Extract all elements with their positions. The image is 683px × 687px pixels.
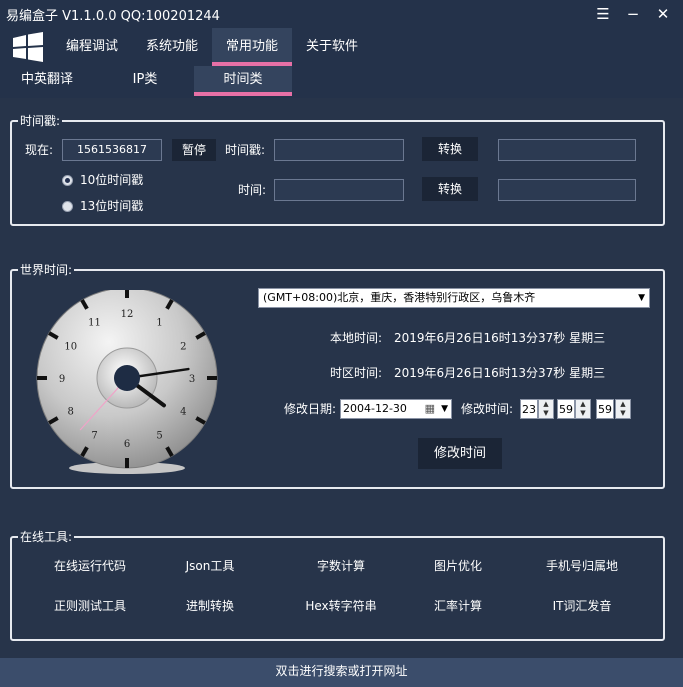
tool-hex-to-string[interactable]: Hex转字符串 — [305, 597, 376, 614]
online-tools-group-title: 在线工具: — [18, 529, 75, 545]
radio-10-digit-label: 10位时间戳 — [80, 173, 144, 187]
time-label: 时间: — [238, 183, 267, 197]
zone-time-label: 时区时间: — [330, 366, 383, 380]
tool-json[interactable]: Json工具 — [186, 557, 235, 574]
caret-up-icon[interactable]: ▲ — [539, 400, 553, 409]
tool-word-count[interactable]: 字数计算 — [317, 557, 365, 574]
timestamp-input[interactable] — [274, 139, 404, 161]
clock-number: 5 — [156, 430, 162, 441]
timezone-select[interactable]: (GMT+08:00)北京，重庆，香港特别行政区，乌鲁木齐 ▼ — [258, 288, 650, 308]
timestamp-label: 时间戳: — [225, 143, 266, 157]
minute-stepper[interactable]: 59 — [557, 399, 575, 419]
windows-logo-icon — [13, 32, 43, 62]
tool-regex-test[interactable]: 正则测试工具 — [54, 597, 126, 614]
window-title: 易编盒子 V1.1.0.0 QQ:100201244 — [6, 9, 220, 24]
tool-phone-location[interactable]: 手机号归属地 — [546, 557, 618, 574]
time-result-field[interactable] — [498, 179, 636, 201]
clock-number: 9 — [59, 374, 65, 385]
world-time-group-title: 世界时间: — [18, 262, 75, 278]
clock-center-cap — [114, 365, 140, 391]
analog-clock: 121234567891011 — [36, 290, 218, 474]
tab-time[interactable]: 时间类 — [194, 66, 292, 96]
caret-down-icon[interactable]: ▼ — [576, 409, 590, 418]
menu-item-system[interactable]: 系统功能 — [134, 28, 210, 66]
timezone-value: (GMT+08:00)北京，重庆，香港特别行政区，乌鲁木齐 — [263, 291, 536, 304]
sub-tabs: 中英翻译 IP类 时间类 — [0, 66, 683, 98]
title-bar: 易编盒子 V1.1.0.0 QQ:100201244 ☰ − ✕ — [0, 0, 683, 28]
timestamp-group-title: 时间戳: — [18, 113, 63, 129]
caret-up-icon[interactable]: ▲ — [576, 400, 590, 409]
minute-stepper-buttons[interactable]: ▲ ▼ — [575, 399, 591, 419]
clock-number: 11 — [88, 318, 101, 329]
modify-date-label: 修改日期: — [284, 402, 337, 416]
clock-number: 7 — [91, 430, 97, 441]
time-input[interactable] — [274, 179, 404, 201]
close-icon[interactable]: ✕ — [652, 4, 674, 24]
clock-number: 10 — [64, 342, 77, 353]
clock-number: 1 — [156, 318, 162, 329]
pause-button[interactable]: 暂停 — [172, 139, 216, 161]
tool-run-code[interactable]: 在线运行代码 — [54, 557, 126, 574]
tool-exchange-rate[interactable]: 汇率计算 — [434, 597, 482, 614]
tool-it-pronunciation[interactable]: IT词汇发音 — [553, 597, 612, 614]
hour-stepper-buttons[interactable]: ▲ ▼ — [538, 399, 554, 419]
convert-time-button[interactable]: 转换 — [422, 177, 478, 201]
menu-item-common[interactable]: 常用功能 — [212, 28, 292, 66]
date-value: 2004-12-30 — [343, 402, 407, 415]
zone-time-value: 2019年6月26日16时13分37秒 星期三 — [394, 366, 606, 380]
clock-number: 3 — [189, 374, 195, 385]
chevron-down-icon[interactable]: ▼ — [638, 289, 645, 307]
clock-number: 6 — [124, 439, 130, 450]
clock-number: 12 — [121, 309, 134, 320]
caret-up-icon[interactable]: ▲ — [616, 400, 630, 409]
local-time-value: 2019年6月26日16时13分37秒 星期三 — [394, 331, 606, 345]
clock-number: 8 — [68, 407, 74, 418]
tool-base-convert[interactable]: 进制转换 — [186, 597, 234, 614]
convert-timestamp-button[interactable]: 转换 — [422, 137, 478, 161]
main-menu: 编程调试 系统功能 常用功能 关于软件 — [0, 28, 683, 66]
modify-time-label: 修改时间: — [461, 402, 514, 416]
calendar-icon[interactable]: ▦ — [425, 400, 435, 418]
local-time-label: 本地时间: — [330, 331, 383, 345]
second-stepper[interactable]: 59 — [596, 399, 614, 419]
tab-ip[interactable]: IP类 — [104, 66, 186, 96]
timestamp-result-field[interactable] — [498, 139, 636, 161]
hour-stepper[interactable]: 23 — [520, 399, 538, 419]
caret-down-icon[interactable]: ▼ — [616, 409, 630, 418]
clock-number: 4 — [180, 407, 186, 418]
clock-number: 2 — [180, 342, 186, 353]
date-chevron-down-icon[interactable]: ▼ — [441, 400, 448, 418]
date-picker[interactable]: 2004-12-30 ▦ ▼ — [340, 399, 452, 419]
radio-13-digit[interactable] — [62, 201, 73, 212]
caret-down-icon[interactable]: ▼ — [539, 409, 553, 418]
now-label: 现在: — [25, 143, 54, 157]
menu-icon[interactable]: ☰ — [592, 4, 614, 24]
tab-translate[interactable]: 中英翻译 — [6, 66, 88, 96]
tool-image-optimize[interactable]: 图片优化 — [434, 557, 482, 574]
radio-13-digit-label: 13位时间戳 — [80, 199, 144, 213]
status-bar[interactable]: 双击进行搜索或打开网址 — [0, 658, 683, 687]
modify-time-button[interactable]: 修改时间 — [418, 438, 502, 469]
radio-10-digit[interactable] — [62, 175, 73, 186]
now-timestamp-field[interactable]: 1561536817 — [62, 139, 162, 161]
second-stepper-buttons[interactable]: ▲ ▼ — [615, 399, 631, 419]
online-tools-group: 在线工具: — [10, 529, 665, 641]
minimize-icon[interactable]: − — [622, 4, 644, 24]
menu-item-about[interactable]: 关于软件 — [294, 28, 370, 66]
menu-item-programming[interactable]: 编程调试 — [54, 28, 130, 66]
